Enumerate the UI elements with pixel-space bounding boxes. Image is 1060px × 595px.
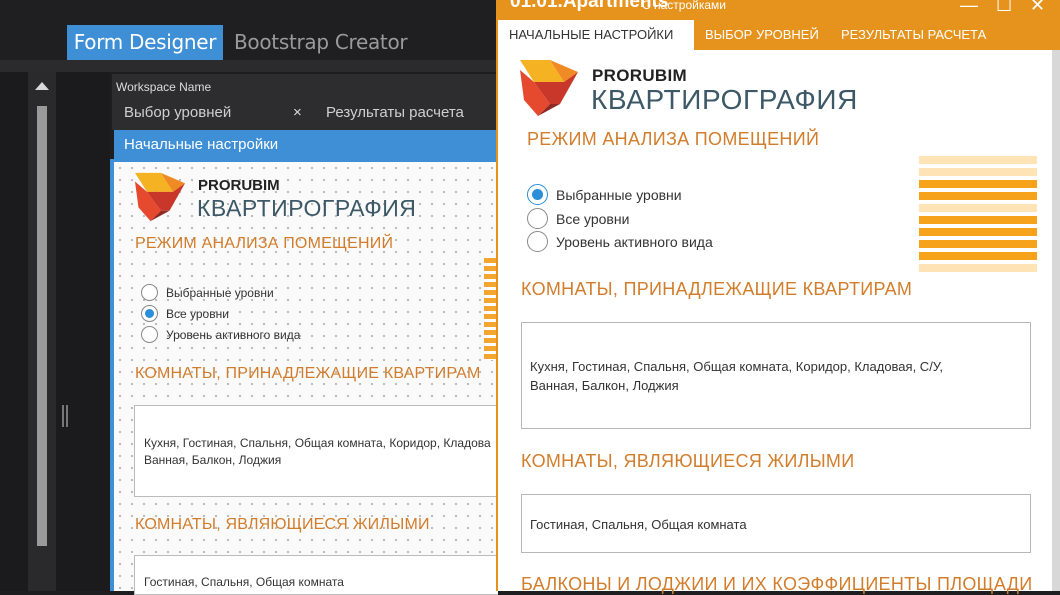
close-icon[interactable]: × xyxy=(293,104,302,121)
preview-radio-label: Выбранные уровни xyxy=(166,286,274,300)
window-subtitle: С настройками xyxy=(642,0,726,12)
preview-rooms-text: Ванная, Балкон, Лоджия xyxy=(144,453,282,467)
preview-rooms-text: Кухня, Гостиная, Спальня, Общая комната,… xyxy=(144,436,491,450)
preview-radio-label: Уровень активного вида xyxy=(166,328,301,342)
workspace-name-label: Workspace Name xyxy=(116,80,212,94)
heading-analysis-mode: РЕЖИМ АНАЛИЗА ПОМЕЩЕНИЙ xyxy=(527,129,820,149)
doc-tab-level-selection[interactable]: Выбор уровней xyxy=(124,104,231,121)
radio-label-selected-levels: Выбранные уровни xyxy=(556,187,682,203)
radio-label-all-levels: Все уровни xyxy=(556,211,630,227)
preview-heading-apartment-rooms: КОМНАТЫ, ПРИНАДЛЕЖАЩИЕ КВАРТИРАМ xyxy=(135,365,481,382)
preview-radio-selected-levels[interactable] xyxy=(141,284,158,301)
tab-level-selection[interactable]: ВЫБОР УРОВНЕЙ xyxy=(705,20,819,50)
doc-tab-calc-results[interactable]: Результаты расчета xyxy=(326,104,464,121)
preview-apartment-rooms-field[interactable] xyxy=(134,405,498,497)
splitter-grip-icon[interactable] xyxy=(62,405,68,427)
preview-heading-living-rooms: КОМНАТЫ, ЯВЛЯЮЩИЕСЯ ЖИЛЫМИ xyxy=(135,516,430,533)
maximize-icon[interactable]: ☐ xyxy=(996,0,1012,15)
preview-brand: PRORUBIM xyxy=(198,177,280,194)
close-window-icon[interactable]: ✕ xyxy=(1030,0,1045,15)
preview-living-text: Гостиная, Спальня, Общая комната xyxy=(144,575,344,589)
apartment-rooms-line: Ванная, Балкон, Лоджия xyxy=(530,378,679,393)
brand-name: PRORUBIM xyxy=(592,66,687,85)
prorubim-logo-icon xyxy=(520,60,578,116)
window-scrollbar[interactable] xyxy=(1052,50,1060,591)
radio-active-view-level[interactable] xyxy=(527,231,548,252)
scrollbar-thumb[interactable] xyxy=(37,106,47,546)
apartment-rooms-line: Кухня, Гостиная, Спальня, Общая комната,… xyxy=(530,359,943,374)
preview-heading-analysis-mode: РЕЖИМ АНАЛИЗА ПОМЕЩЕНИЙ xyxy=(135,235,394,252)
living-rooms-text: Гостиная, Спальня, Общая комната xyxy=(530,517,747,532)
tab-initial-settings[interactable]: НАЧАЛЬНЫЕ НАСТРОЙКИ xyxy=(498,20,694,50)
preview-radio-label: Все уровни xyxy=(166,307,229,321)
tab-calc-results[interactable]: РЕЗУЛЬТАТЫ РАСЧЕТА xyxy=(841,20,986,50)
stripes-graphic xyxy=(919,156,1037,272)
minimize-icon[interactable]: — xyxy=(960,0,978,15)
radio-selected-levels[interactable] xyxy=(527,184,548,205)
tab-form-designer[interactable]: Form Designer xyxy=(67,25,223,60)
preview-product-name: КВАРТИРОГРАФИЯ xyxy=(197,195,417,221)
tab-bootstrap-creator[interactable]: Bootstrap Creator xyxy=(222,25,419,60)
heading-balconies-coefficients: БАЛКОНЫ И ЛОДЖИИ И ИХ КОЭФФИЦИЕНТЫ ПЛОЩА… xyxy=(521,574,1033,594)
radio-all-levels[interactable] xyxy=(527,208,548,229)
heading-apartment-rooms: КОМНАТЫ, ПРИНАДЛЕЖАЩИЕ КВАРТИРАМ xyxy=(521,279,913,299)
radio-label-active-view-level: Уровень активного вида xyxy=(556,234,713,250)
prorubim-logo-icon xyxy=(135,172,185,222)
heading-living-rooms: КОМНАТЫ, ЯВЛЯЮЩИЕСЯ ЖИЛЫМИ xyxy=(521,451,855,471)
preview-radio-all-levels[interactable] xyxy=(141,305,158,322)
doc-tab-initial-settings[interactable]: Начальные настройки xyxy=(114,130,498,159)
scroll-up-arrow-icon[interactable] xyxy=(35,82,49,90)
preview-radio-active-view-level[interactable] xyxy=(141,326,158,343)
product-name: КВАРТИРОГРАФИЯ xyxy=(591,84,858,115)
window-titlebar[interactable]: 01.01.Apartments С настройками — ☐ ✕ xyxy=(498,0,1060,20)
